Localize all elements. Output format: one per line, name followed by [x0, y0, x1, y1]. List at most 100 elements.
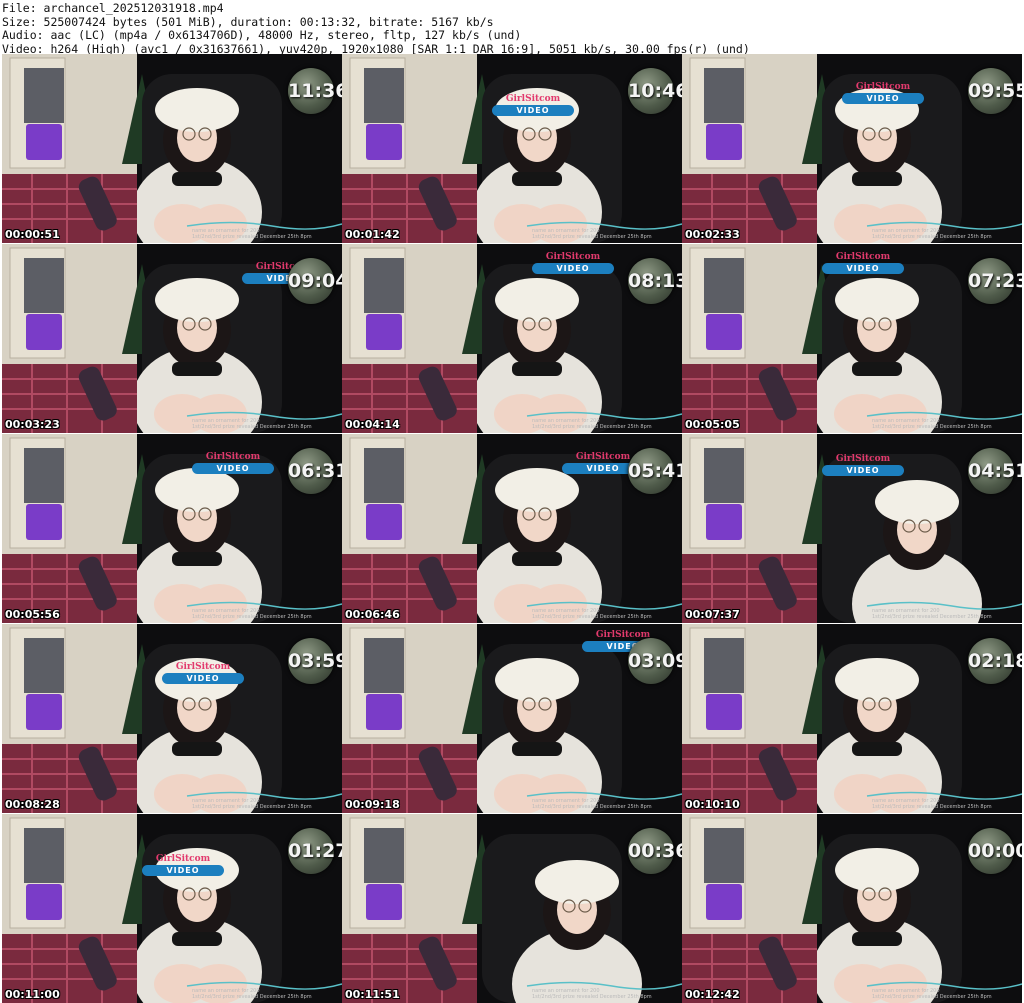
badge-subtitle: VIDEO — [842, 93, 924, 104]
thumbnail-timestamp: 00:09:18 — [345, 798, 400, 811]
overlay-tagline: name an ornament for 200 1st/2nd/3rd priz… — [192, 798, 340, 810]
countdown-clock-text: 02:18 — [968, 650, 1022, 672]
video-thumbnail: GirlSitcom VIDEO 03:09 name an ornament for… — [342, 624, 682, 813]
overlay-tagline-line2: 1st/2nd/3rd prize revealed December 25th… — [192, 804, 312, 810]
overlay-tagline-line2: 1st/2nd/3rd prize revealed December 25th… — [192, 234, 312, 240]
girlsitcom-badge: GirlSitcom VIDEO — [142, 854, 224, 884]
overlay-tagline-line2: 1st/2nd/3rd prize revealed December 25th… — [192, 994, 312, 1000]
badge-title: GirlSitcom — [855, 82, 911, 92]
overlay-tagline-line2: 1st/2nd/3rd prize revealed December 25th… — [872, 804, 992, 810]
video-thumbnail: GirlSitcom VIDEO 01:27 name an ornament for… — [2, 814, 342, 1003]
badge-title: GirlSitcom — [505, 94, 561, 104]
badge-title: GirlSitcom — [835, 252, 891, 262]
thumbnail-timestamp: 00:08:28 — [5, 798, 60, 811]
countdown-clock-text: 00:36 — [628, 840, 682, 862]
file-info-line: File: archancel_202512031918.mp4 — [2, 1, 224, 15]
overlay-tagline-line2: 1st/2nd/3rd prize revealed December 25th… — [532, 614, 652, 620]
thumbnail-timestamp: 00:11:51 — [345, 988, 400, 1001]
girlsitcom-badge: GirlSitcom VIDEO — [822, 252, 904, 282]
overlay-tagline-line2: 1st/2nd/3rd prize revealed December 25th… — [872, 424, 992, 430]
overlay-tagline: name an ornament for 200 1st/2nd/3rd priz… — [192, 418, 340, 430]
video-thumbnail: 00:00 name an ornament for 200 1st/2nd/3rd… — [682, 814, 1022, 1003]
thumbnail-timestamp: 00:07:37 — [685, 608, 740, 621]
countdown-clock-text: 07:23 — [968, 270, 1022, 292]
thumbnail-timestamp: 00:10:10 — [685, 798, 740, 811]
overlay-tagline: name an ornament for 200 1st/2nd/3rd priz… — [192, 988, 340, 1000]
overlay-tagline-line2: 1st/2nd/3rd prize revealed December 25th… — [192, 614, 312, 620]
badge-title: GirlSitcom — [175, 662, 231, 672]
video-thumbnail: 00:36 name an ornament for 200 1st/2nd/3rd… — [342, 814, 682, 1003]
girlsitcom-badge: GirlSitcom VIDEO — [532, 252, 614, 282]
overlay-tagline: name an ornament for 200 1st/2nd/3rd priz… — [872, 798, 1020, 810]
video-thumbnail: GirlSitcom VIDEO 05:41 name an ornament for… — [342, 434, 682, 623]
overlay-tagline: name an ornament for 200 1st/2nd/3rd priz… — [192, 608, 340, 620]
audio-info-line: Audio: aac (LC) (mp4a / 0x6134706D), 480… — [2, 28, 522, 42]
badge-title: GirlSitcom — [545, 252, 601, 262]
countdown-clock-text: 03:59 — [288, 650, 342, 672]
girlsitcom-badge: GirlSitcom VIDEO — [192, 452, 274, 482]
badge-subtitle: VIDEO — [822, 465, 904, 476]
size-info-line: Size: 525007424 bytes (501 MiB), duratio… — [2, 14, 494, 29]
badge-subtitle: VIDEO — [532, 263, 614, 274]
overlay-tagline: name an ornament for 200 1st/2nd/3rd priz… — [532, 608, 680, 620]
video-thumbnail: GirlSitcom VIDEO 03:59 name an ornament for… — [2, 624, 342, 813]
overlay-tagline: name an ornament for 200 1st/2nd/3rd priz… — [192, 228, 340, 240]
thumbnail-timestamp: 00:05:56 — [5, 608, 60, 621]
overlay-tagline: name an ornament for 200 1st/2nd/3rd priz… — [532, 418, 680, 430]
girlsitcom-badge: GirlSitcom VIDEO — [822, 454, 904, 484]
overlay-tagline-line2: 1st/2nd/3rd prize revealed December 25th… — [532, 804, 652, 810]
file-info-header: File: archancel_202512031918.mp4 Size: 5… — [2, 1, 1022, 56]
countdown-clock-text: 09:55 — [968, 80, 1022, 102]
thumbnail-timestamp: 00:01:42 — [345, 228, 400, 241]
thumbnail-timestamp: 00:00:51 — [5, 228, 60, 241]
thumbnail-timestamp: 00:12:42 — [685, 988, 740, 1001]
overlay-tagline-line2: 1st/2nd/3rd prize revealed December 25th… — [532, 994, 652, 1000]
overlay-tagline-line2: 1st/2nd/3rd prize revealed December 25th… — [192, 424, 312, 430]
video-thumbnail: GirlSitcom VIDEO 07:23 name an ornament for… — [682, 244, 1022, 433]
video-thumbnail: 11:36 name an ornament for 200 1st/2nd/3rd… — [2, 54, 342, 243]
video-thumbnail: 02:18 name an ornament for 200 1st/2nd/3rd… — [682, 624, 1022, 813]
video-thumbnail: GirlSitcom VIDEO 04:51 name an ornament for… — [682, 434, 1022, 623]
overlay-tagline: name an ornament for 200 1st/2nd/3rd priz… — [532, 988, 680, 1000]
overlay-tagline: name an ornament for 200 1st/2nd/3rd priz… — [532, 228, 680, 240]
badge-title: GirlSitcom — [155, 854, 211, 864]
thumbnail-grid: 11:36 name an ornament for 200 1st/2nd/3rd… — [0, 54, 1024, 1003]
video-thumbnail: GirlSitcom VIDEO 09:55 name an ornament for… — [682, 54, 1022, 243]
badge-subtitle: VIDEO — [192, 463, 274, 474]
overlay-tagline: name an ornament for 200 1st/2nd/3rd priz… — [872, 418, 1020, 430]
girlsitcom-badge: GirlSitcom VIDEO — [492, 94, 574, 124]
overlay-tagline: name an ornament for 200 1st/2nd/3rd priz… — [872, 608, 1020, 620]
overlay-tagline: name an ornament for 200 1st/2nd/3rd priz… — [872, 228, 1020, 240]
girlsitcom-badge: GirlSitcom VIDEO — [842, 82, 924, 112]
thumbnail-timestamp: 00:11:00 — [5, 988, 60, 1001]
overlay-tagline-line2: 1st/2nd/3rd prize revealed December 25th… — [532, 424, 652, 430]
overlay-tagline-line2: 1st/2nd/3rd prize revealed December 25th… — [872, 614, 992, 620]
countdown-clock-text: 06:31 — [288, 460, 342, 482]
overlay-tagline-line2: 1st/2nd/3rd prize revealed December 25th… — [532, 234, 652, 240]
video-thumbnail: GirlSitcom VIDEO 08:13 name an ornament for… — [342, 244, 682, 433]
video-thumbnail: GirlSitcom VIDEO 09:04 name an ornament for… — [2, 244, 342, 433]
countdown-clock-text: 00:00 — [968, 840, 1022, 862]
overlay-tagline-line2: 1st/2nd/3rd prize revealed December 25th… — [872, 994, 992, 1000]
overlay-tagline-line2: 1st/2nd/3rd prize revealed December 25th… — [872, 234, 992, 240]
countdown-clock-text: 10:46 — [628, 80, 682, 102]
badge-subtitle: VIDEO — [492, 105, 574, 116]
video-thumbnail: GirlSitcom VIDEO 06:31 name an ornament for… — [2, 434, 342, 623]
thumbnail-timestamp: 00:04:14 — [345, 418, 400, 431]
countdown-clock-text: 03:09 — [628, 650, 682, 672]
thumbnail-timestamp: 00:03:23 — [5, 418, 60, 431]
thumbnail-timestamp: 00:02:33 — [685, 228, 740, 241]
girlsitcom-badge: GirlSitcom VIDEO — [162, 662, 244, 692]
countdown-clock-text: 09:04 — [288, 270, 342, 292]
badge-subtitle: VIDEO — [162, 673, 244, 684]
countdown-clock-text: 11:36 — [288, 80, 342, 102]
video-thumbnail: GirlSitcom VIDEO 10:46 name an ornament for… — [342, 54, 682, 243]
countdown-clock-text: 04:51 — [968, 460, 1022, 482]
countdown-clock-text: 05:41 — [628, 460, 682, 482]
overlay-tagline: name an ornament for 200 1st/2nd/3rd priz… — [872, 988, 1020, 1000]
countdown-clock-text: 08:13 — [628, 270, 682, 292]
badge-title: GirlSitcom — [835, 454, 891, 464]
countdown-clock-text: 01:27 — [288, 840, 342, 862]
badge-subtitle: VIDEO — [142, 865, 224, 876]
thumbnail-timestamp: 00:06:46 — [345, 608, 400, 621]
